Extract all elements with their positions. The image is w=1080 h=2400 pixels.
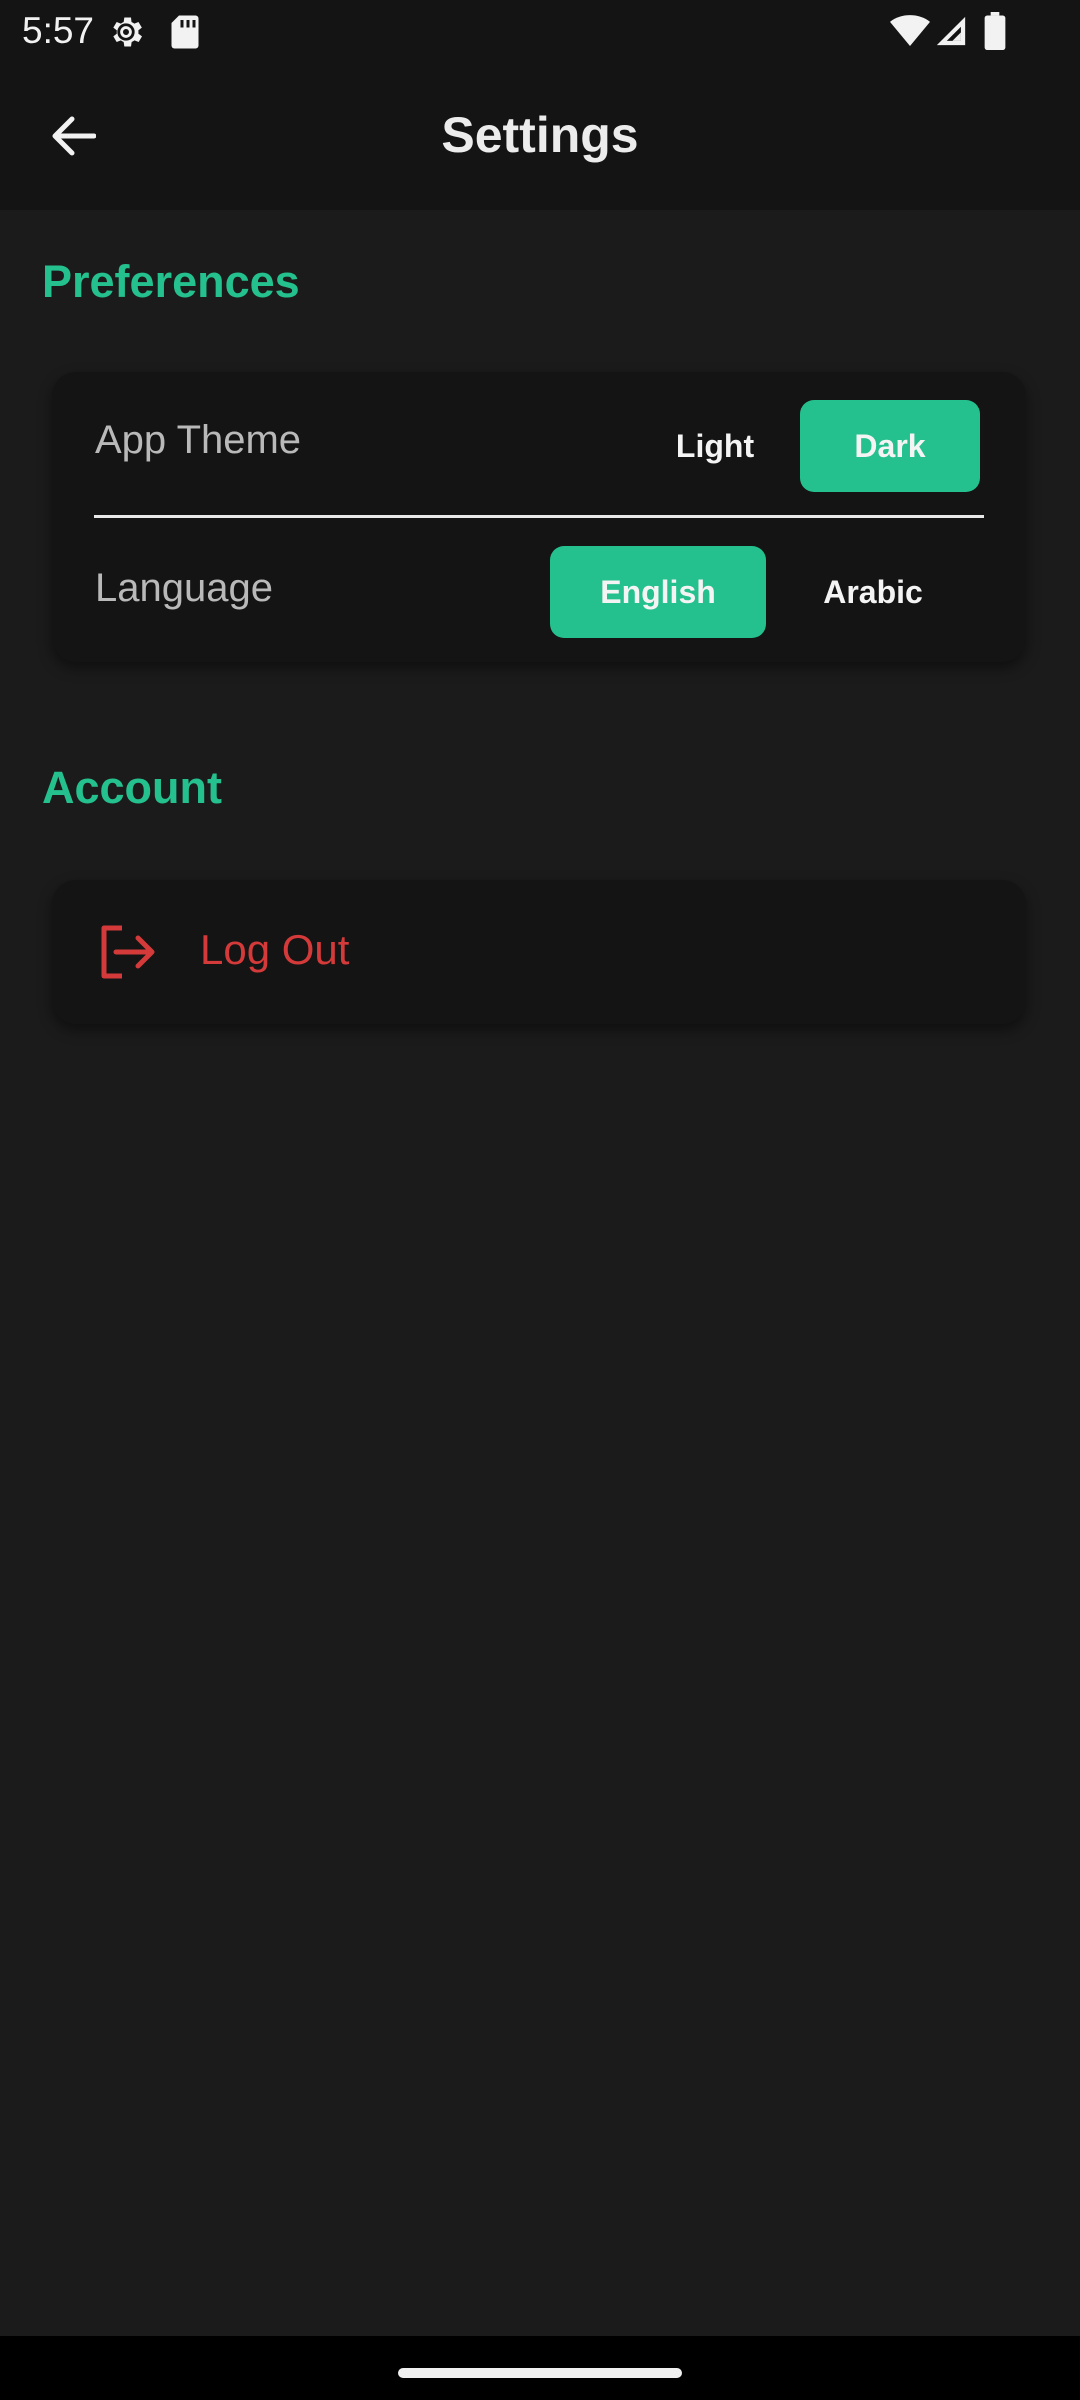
battery-icon — [984, 12, 1006, 55]
page-title: Settings — [441, 107, 639, 163]
language-arabic-option[interactable]: Arabic — [766, 546, 980, 638]
language-label: Language — [95, 566, 273, 610]
status-time: 5:57 — [22, 10, 95, 51]
system-nav-bar — [0, 2336, 1080, 2400]
preferences-card: App Theme Light Dark Language English Ar… — [52, 372, 1026, 662]
preferences-section-title: Preferences — [42, 256, 300, 307]
sd-card-icon — [168, 14, 202, 55]
language-english-option[interactable]: English — [550, 546, 766, 638]
status-bar: 5:57 — [0, 0, 1080, 62]
logout-button[interactable]: Log Out — [52, 880, 1026, 1024]
account-card: Log Out — [52, 880, 1026, 1024]
cellular-signal-icon — [934, 14, 968, 53]
theme-light-option[interactable]: Light — [628, 400, 802, 492]
wifi-icon — [890, 14, 930, 53]
settings-gear-icon — [106, 12, 146, 57]
app-bar: Settings — [0, 62, 1080, 210]
theme-dark-option[interactable]: Dark — [800, 400, 980, 492]
home-gesture-handle[interactable] — [398, 2368, 682, 2378]
divider — [94, 515, 984, 518]
app-theme-label: App Theme — [95, 418, 302, 462]
account-section-title: Account — [42, 762, 222, 813]
logout-icon — [98, 924, 156, 985]
logout-label: Log Out — [200, 926, 350, 973]
